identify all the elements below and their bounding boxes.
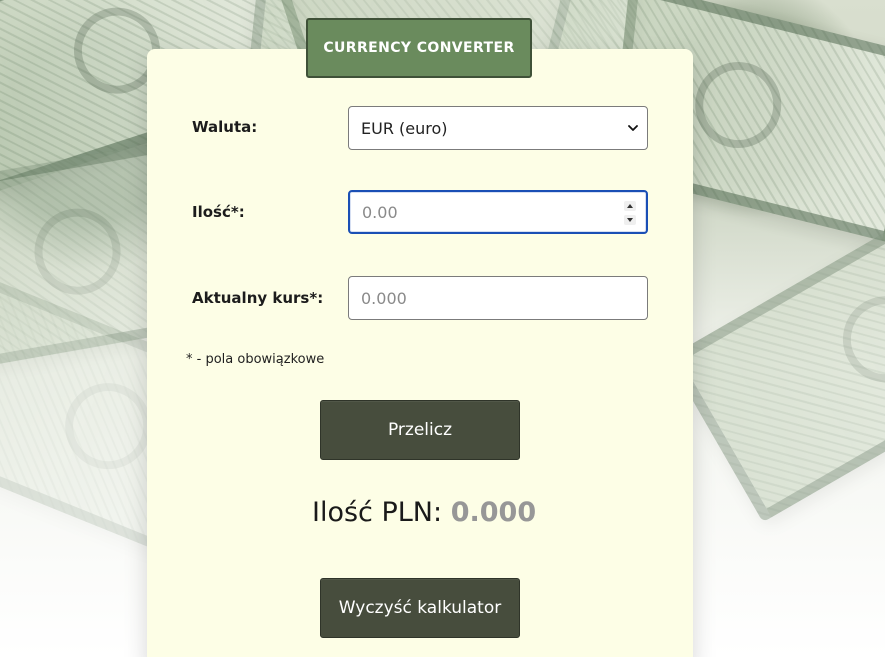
convert-button[interactable]: Przelicz [320,400,520,460]
rate-input[interactable]: 0.000 [348,276,648,320]
amount-stepper[interactable] [622,201,638,225]
currency-selected-value: EUR (euro) [361,118,448,138]
amount-label: Ilość*: [192,203,245,221]
currency-label: Waluta: [192,118,258,136]
currency-select[interactable]: EUR (euro) [348,106,648,150]
chevron-down-icon [628,125,638,131]
result-display: Ilość PLN: 0.000 [312,497,536,528]
amount-input[interactable]: 0.00 [348,190,648,234]
rate-label: Aktualny kurs*: [192,289,324,307]
caret-up-icon[interactable] [624,201,636,211]
rate-placeholder: 0.000 [361,288,407,308]
caret-down-icon[interactable] [624,215,636,225]
result-value: 0.000 [450,497,537,528]
required-fields-note: * - pola obowiązkowe [186,352,325,367]
result-label: Ilość PLN: [312,497,443,528]
amount-placeholder: 0.00 [362,202,398,222]
page-title: CURRENCY CONVERTER [306,18,532,78]
reset-calculator-button[interactable]: Wyczyść kalkulator [320,578,520,638]
